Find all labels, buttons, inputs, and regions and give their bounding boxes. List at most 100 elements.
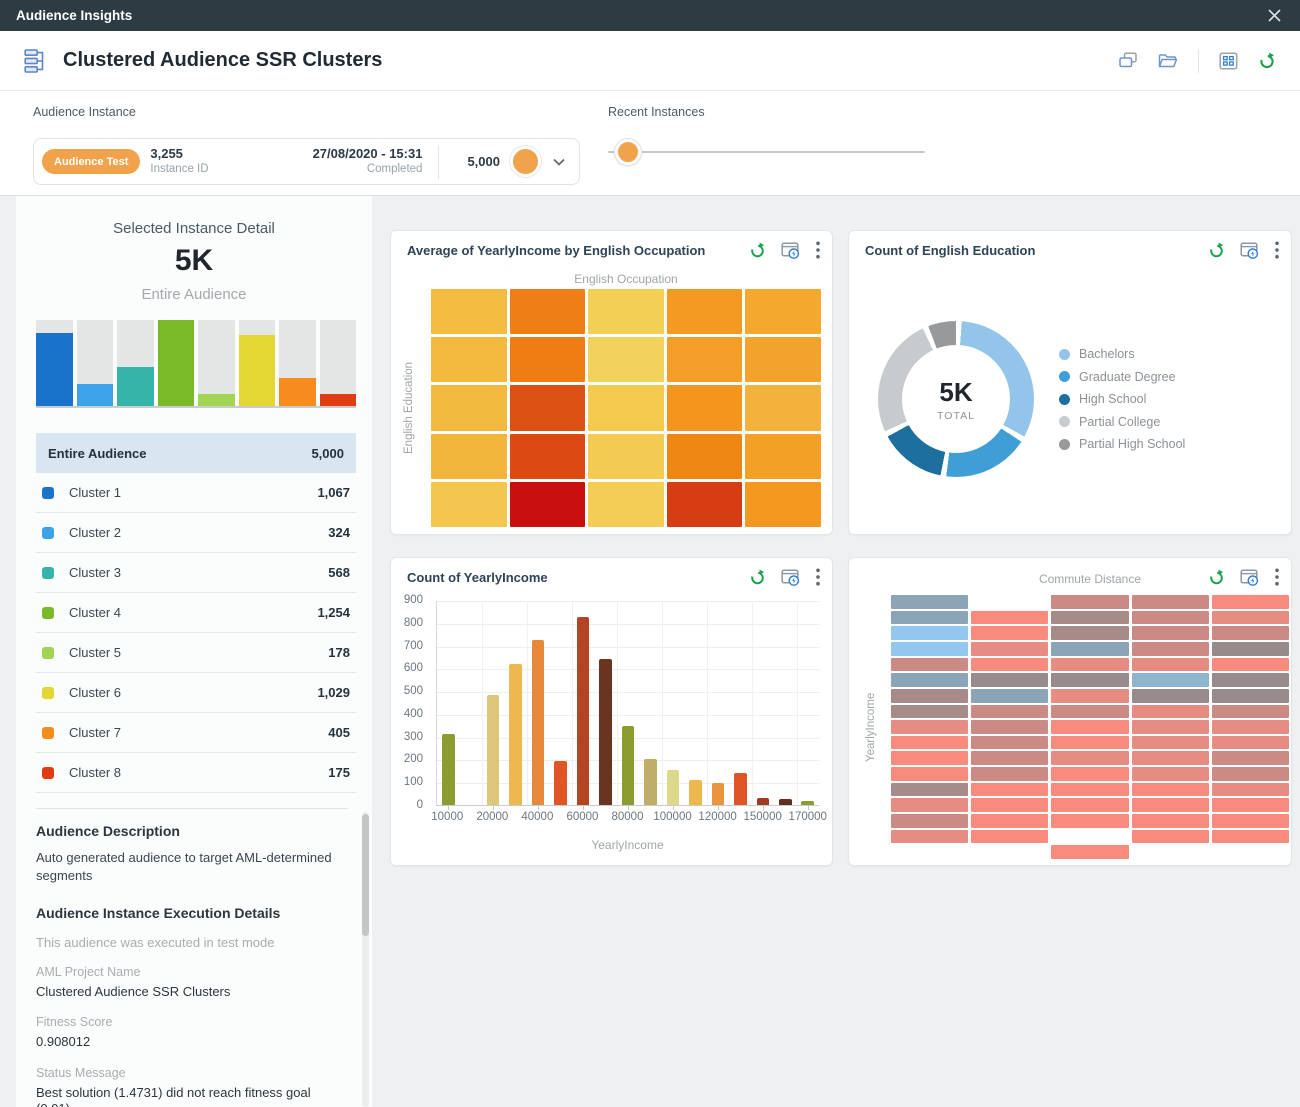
slider-track[interactable] (608, 151, 925, 153)
table-row[interactable]: Cluster 61,029 (36, 673, 356, 713)
legend-item[interactable]: Partial College (1059, 411, 1185, 434)
bar[interactable] (779, 799, 792, 805)
legend-item[interactable]: Graduate Degree (1059, 366, 1185, 389)
mini-bar[interactable] (320, 394, 357, 406)
heatmap-cell[interactable] (510, 337, 586, 382)
heatmap-cell[interactable] (1051, 611, 1128, 625)
heatmap-cell[interactable] (971, 705, 1048, 719)
heatmap-cell[interactable] (745, 385, 821, 430)
mini-bar[interactable] (239, 335, 276, 406)
heatmap-cell[interactable] (1051, 642, 1128, 656)
heatmap-cell[interactable] (745, 289, 821, 334)
heatmap-cell[interactable] (1132, 814, 1209, 828)
heatmap-cell[interactable] (1212, 689, 1289, 703)
bar[interactable] (644, 759, 657, 805)
heatmap-cell[interactable] (891, 673, 968, 687)
heatmap-cell[interactable] (1212, 705, 1289, 719)
heatmap-cell[interactable] (431, 385, 507, 430)
heatmap-cell[interactable] (1051, 705, 1128, 719)
heatmap-cell[interactable] (1132, 689, 1209, 703)
heatmap-cell[interactable] (667, 482, 743, 527)
heatmap-cell[interactable] (510, 434, 586, 479)
heatmap-cell[interactable] (1051, 595, 1128, 609)
mini-bar-column[interactable] (239, 320, 276, 406)
table-row[interactable]: Cluster 41,254 (36, 593, 356, 633)
heatmap-cell[interactable] (431, 337, 507, 382)
heatmap-cell[interactable] (510, 289, 586, 334)
heatmap-cell[interactable] (891, 830, 968, 844)
bar[interactable] (689, 780, 702, 805)
heatmap-cell[interactable] (971, 767, 1048, 781)
heatmap-cell[interactable] (667, 289, 743, 334)
heatmap-cell[interactable] (1212, 595, 1289, 609)
heatmap-cell[interactable] (667, 385, 743, 430)
bar[interactable] (487, 695, 500, 805)
heatmap-cell[interactable] (1051, 689, 1128, 703)
export-icon[interactable] (1240, 242, 1260, 259)
heatmap-cell[interactable] (431, 434, 507, 479)
heatmap-cell[interactable] (891, 658, 968, 672)
heatmap-cell[interactable] (891, 736, 968, 750)
heatmap-cell[interactable] (1132, 611, 1209, 625)
heatmap-cell[interactable] (588, 337, 664, 382)
heatmap-cell[interactable] (971, 736, 1048, 750)
legend-item[interactable]: High School (1059, 388, 1185, 411)
heatmap-cell[interactable] (1051, 845, 1128, 859)
mini-bar-column[interactable] (320, 320, 357, 406)
heatmap-cell[interactable] (510, 385, 586, 430)
bar[interactable] (599, 659, 612, 805)
bar[interactable] (554, 761, 567, 805)
heatmap-cell[interactable] (1132, 595, 1209, 609)
mini-bar[interactable] (77, 384, 114, 406)
bar[interactable] (712, 783, 725, 805)
heatmap-cell[interactable] (891, 814, 968, 828)
mini-bar[interactable] (198, 394, 235, 406)
heatmap-cell[interactable] (1051, 673, 1128, 687)
heatmap-cell[interactable] (1051, 751, 1128, 765)
heatmap-cell[interactable] (1132, 673, 1209, 687)
heatmap-cell[interactable] (891, 595, 968, 609)
heatmap-cell[interactable] (431, 289, 507, 334)
heatmap-cell[interactable] (891, 611, 968, 625)
bar[interactable] (442, 734, 455, 805)
heatmap-cell[interactable] (431, 482, 507, 527)
heatmap-cell[interactable] (971, 798, 1048, 812)
heatmap-cell[interactable] (1051, 658, 1128, 672)
mini-bar-column[interactable] (36, 320, 73, 406)
table-row[interactable]: Cluster 5178 (36, 633, 356, 673)
heatmap-cell[interactable] (1132, 720, 1209, 734)
mini-bar[interactable] (158, 320, 195, 406)
heatmap-cell[interactable] (1051, 783, 1128, 797)
bar[interactable] (622, 726, 635, 805)
heatmap-cell[interactable] (1051, 736, 1128, 750)
heatmap-cell[interactable] (667, 337, 743, 382)
heatmap-cell[interactable] (891, 798, 968, 812)
heatmap-cell[interactable] (971, 720, 1048, 734)
heatmap-cell[interactable] (588, 434, 664, 479)
heatmap-cell[interactable] (745, 434, 821, 479)
heatmap-cell[interactable] (667, 434, 743, 479)
heatmap-cell[interactable] (1132, 705, 1209, 719)
scrollbar-thumb[interactable] (362, 814, 369, 936)
heatmap-cell[interactable] (971, 751, 1048, 765)
table-row-entire-audience[interactable]: Entire Audience 5,000 (36, 433, 356, 473)
refresh-icon[interactable] (1208, 242, 1225, 259)
heatmap-cell[interactable] (1051, 814, 1128, 828)
heatmap-cell[interactable] (1212, 814, 1289, 828)
heatmap-cell[interactable] (1212, 767, 1289, 781)
heatmap-cell[interactable] (1132, 783, 1209, 797)
heatmap-cell[interactable] (1132, 798, 1209, 812)
legend-item[interactable]: Bachelors (1059, 343, 1185, 366)
instance-selector[interactable]: Audience Test 3,255 Instance ID 27/08/20… (33, 138, 580, 185)
heatmap-cell[interactable] (1132, 642, 1209, 656)
heatmap-cell[interactable] (891, 642, 968, 656)
refresh-icon[interactable] (749, 569, 766, 586)
mini-bar[interactable] (279, 378, 316, 406)
mini-bar[interactable] (36, 333, 73, 406)
recent-instances-slider[interactable] (608, 138, 925, 166)
mini-bar-column[interactable] (117, 320, 154, 406)
bar[interactable] (577, 617, 590, 805)
heatmap-cell[interactable] (1051, 720, 1128, 734)
refresh-icon[interactable] (749, 242, 766, 259)
legend-item[interactable]: Partial High School (1059, 433, 1185, 456)
